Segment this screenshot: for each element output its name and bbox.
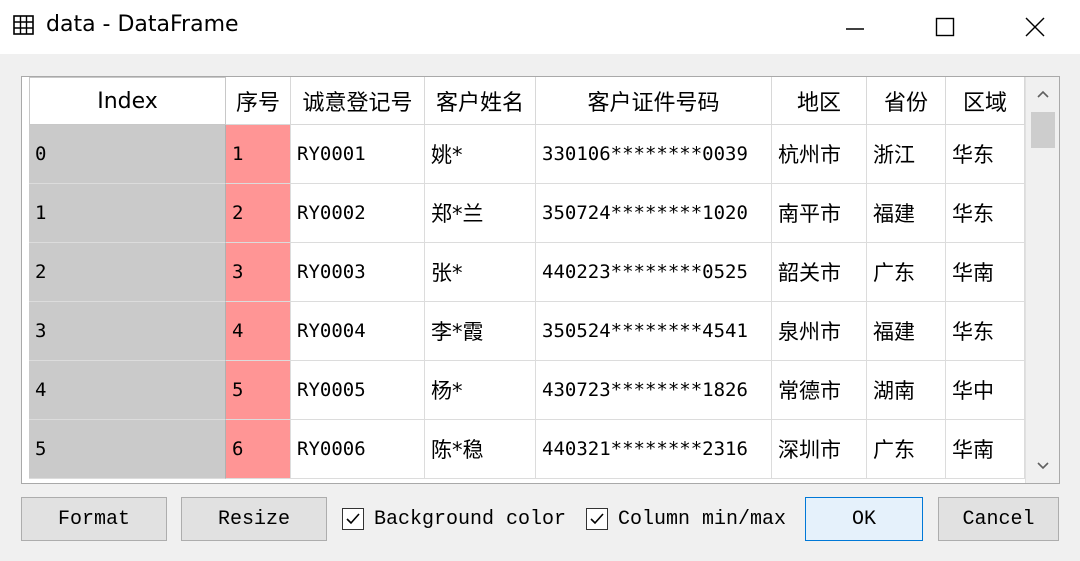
header-customer-name[interactable]: 客户姓名 [425,77,536,125]
cell-customer-name[interactable]: 郑*兰 [425,184,536,243]
cell-index[interactable]: 1 [29,184,226,243]
column-minmax-label: Column min/max [618,507,787,531]
checkbox-box[interactable] [342,508,364,530]
scroll-thumb[interactable] [1031,112,1055,148]
cell-customer-id[interactable]: 350724********1020 [536,184,772,243]
cell-index[interactable]: 2 [29,243,226,302]
cell-customer-name[interactable]: 陈*稳 [425,420,536,479]
cell-sequence[interactable]: 4 [226,302,291,361]
background-color-label: Background color [374,507,567,531]
minimize-button[interactable] [810,0,900,54]
cell-registration-no[interactable]: RY0005 [291,361,425,420]
maximize-button[interactable] [900,0,990,54]
cancel-button[interactable]: Cancel [938,497,1059,541]
cell-customer-name[interactable]: 姚* [425,125,536,184]
cell-city[interactable]: 杭州市 [772,125,867,184]
chevron-up-icon [1037,90,1049,98]
cell-province[interactable]: 湖南 [867,361,946,420]
cell-registration-no[interactable]: RY0002 [291,184,425,243]
cell-index[interactable]: 3 [29,302,226,361]
vertical-scrollbar[interactable] [1025,77,1059,483]
header-region[interactable]: 区域 [946,77,1025,125]
table-icon [13,15,34,35]
cell-customer-id[interactable]: 430723********1826 [536,361,772,420]
cell-index[interactable]: 0 [29,125,226,184]
cell-registration-no[interactable]: RY0003 [291,243,425,302]
cell-province[interactable]: 广东 [867,243,946,302]
cell-customer-id[interactable]: 350524********4541 [536,302,772,361]
cell-city[interactable]: 南平市 [772,184,867,243]
cell-province[interactable]: 福建 [867,302,946,361]
cell-registration-no[interactable]: RY0006 [291,420,425,479]
header-sequence[interactable]: 序号 [226,77,291,125]
maximize-icon [935,17,955,37]
cell-province[interactable]: 广东 [867,420,946,479]
cell-region[interactable]: 华东 [946,302,1025,361]
cell-registration-no[interactable]: RY0004 [291,302,425,361]
cell-city[interactable]: 常德市 [772,361,867,420]
header-index[interactable]: Index [29,77,226,125]
close-icon [1025,17,1045,37]
window-title: data - DataFrame [46,12,239,37]
checkmark-icon [346,513,360,525]
scroll-down-button[interactable] [1026,449,1059,483]
cell-city[interactable]: 深圳市 [772,420,867,479]
title-bar: data - DataFrame [0,0,1080,54]
cell-customer-name[interactable]: 李*霞 [425,302,536,361]
cell-customer-id[interactable]: 330106********0039 [536,125,772,184]
background-color-checkbox[interactable]: Background color [342,506,566,532]
resize-button[interactable]: Resize [181,497,327,541]
header-registration-no[interactable]: 诚意登记号 [291,77,425,125]
cell-index[interactable]: 5 [29,420,226,479]
cell-city[interactable]: 韶关市 [772,243,867,302]
cell-province[interactable]: 浙江 [867,125,946,184]
cell-registration-no[interactable]: RY0001 [291,125,425,184]
cell-customer-id[interactable]: 440321********2316 [536,420,772,479]
cell-region[interactable]: 华东 [946,125,1025,184]
cell-city[interactable]: 泉州市 [772,302,867,361]
cell-sequence[interactable]: 1 [226,125,291,184]
cell-region[interactable]: 华东 [946,184,1025,243]
cell-sequence[interactable]: 5 [226,361,291,420]
format-button[interactable]: Format [21,497,167,541]
minimize-icon [846,28,864,30]
cell-sequence[interactable]: 6 [226,420,291,479]
header-city[interactable]: 地区 [772,77,867,125]
cell-region[interactable]: 华中 [946,361,1025,420]
header-province[interactable]: 省份 [867,77,946,125]
cell-region[interactable]: 华南 [946,243,1025,302]
cell-sequence[interactable]: 2 [226,184,291,243]
cell-province[interactable]: 福建 [867,184,946,243]
cell-customer-name[interactable]: 杨* [425,361,536,420]
scroll-up-button[interactable] [1026,77,1059,111]
cell-sequence[interactable]: 3 [226,243,291,302]
cell-customer-id[interactable]: 440223********0525 [536,243,772,302]
close-button[interactable] [990,0,1080,54]
dataframe-table[interactable]: Index 序号 诚意登记号 客户姓名 客户证件号码 地区 省份 区域 0 1 RY0001 姚* 33… [21,76,1060,484]
column-minmax-checkbox[interactable]: Column min/max [586,506,786,532]
checkmark-icon [590,513,604,525]
cell-index[interactable]: 4 [29,361,226,420]
cell-customer-name[interactable]: 张* [425,243,536,302]
cell-region[interactable]: 华南 [946,420,1025,479]
checkbox-box[interactable] [586,508,608,530]
ok-button[interactable]: OK [805,497,923,541]
chevron-down-icon [1037,462,1049,470]
header-customer-id[interactable]: 客户证件号码 [536,77,772,125]
